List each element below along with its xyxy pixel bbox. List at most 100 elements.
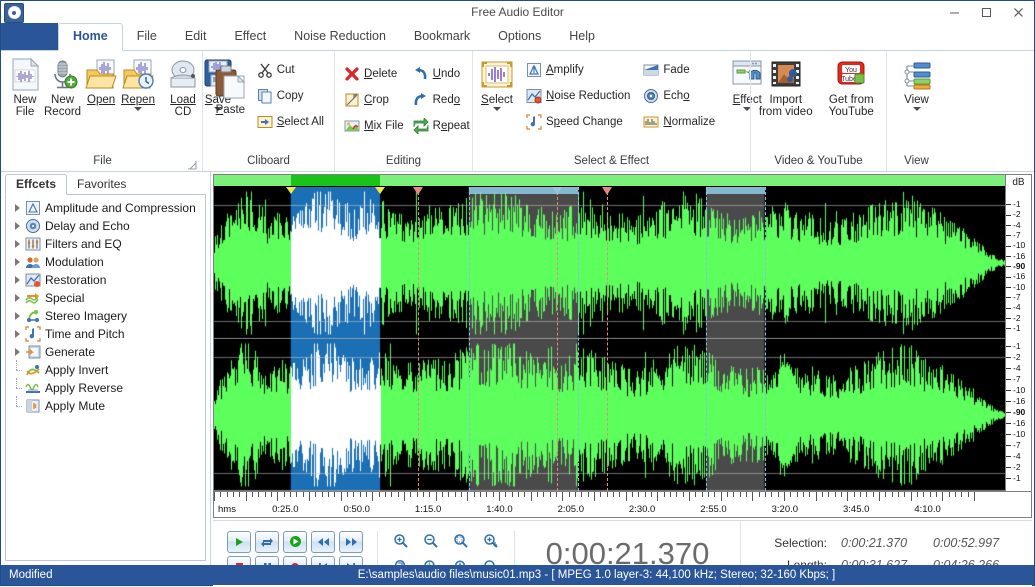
tree-item-apply-mute[interactable]: Apply Mute	[8, 397, 203, 415]
mix-file-button[interactable]: Mix File	[340, 113, 409, 139]
region-boundary[interactable]	[765, 187, 766, 491]
maximize-icon[interactable]	[970, 1, 1002, 23]
amplify-button[interactable]: Amplify	[522, 57, 635, 83]
play-selection-button[interactable]	[283, 531, 307, 553]
expand-arrow-icon[interactable]	[10, 312, 24, 320]
ruler-tick	[778, 492, 779, 497]
redo-button[interactable]: Redo	[409, 87, 475, 113]
speed-change-button[interactable]: Speed Change	[522, 109, 635, 135]
get-from-youtube-button[interactable]: You Tube Get from YouTube	[822, 55, 882, 119]
open-button[interactable]: Open	[83, 55, 119, 107]
region-boundary[interactable]	[706, 187, 707, 491]
delete-button[interactable]: Delete	[340, 61, 409, 87]
zoom-in-vertical-button[interactable]	[480, 531, 502, 552]
noise-reduction-button[interactable]: Noise Reduction	[522, 83, 635, 109]
delay-echo-icon	[24, 218, 41, 234]
waveform-channel-left[interactable]	[214, 187, 1005, 339]
expand-arrow-icon[interactable]	[10, 222, 24, 230]
minimize-icon[interactable]	[938, 1, 970, 23]
selection-handle[interactable]	[286, 187, 296, 194]
tab-accent-block	[1, 23, 58, 50]
expand-arrow-icon[interactable]	[10, 330, 24, 338]
tab-file[interactable]: File	[123, 23, 171, 50]
tree-item-stereo-imagery[interactable]: Stereo Imagery	[8, 307, 203, 325]
expand-arrow-icon[interactable]	[10, 276, 24, 284]
new-file-button[interactable]: New File	[8, 55, 42, 119]
normalize-button[interactable]: Normalize	[639, 109, 720, 135]
ruler-tick	[645, 492, 646, 497]
rewind-button[interactable]	[311, 531, 335, 553]
region-handle-bar[interactable]	[469, 187, 578, 194]
copy-button[interactable]: Copy	[253, 83, 329, 109]
region-boundary[interactable]	[469, 187, 470, 491]
close-icon[interactable]	[1002, 1, 1034, 23]
repeat-button[interactable]: Repeat	[409, 113, 475, 139]
tree-item-modulation[interactable]: Modulation	[8, 253, 203, 271]
chevron-down-icon[interactable]	[134, 107, 142, 111]
zoom-selection-button[interactable]	[450, 531, 472, 552]
tree-item-delay-and-echo[interactable]: Delay and Echo	[8, 217, 203, 235]
marker-flag[interactable]	[602, 187, 612, 195]
play-button[interactable]	[227, 531, 251, 553]
region-handle-bar[interactable]	[706, 187, 765, 194]
ruler-tick	[455, 492, 456, 497]
chevron-down-icon[interactable]	[493, 107, 501, 111]
marker-line[interactable]	[607, 187, 608, 491]
select-all-button[interactable]: Select All	[253, 109, 329, 135]
tab-help[interactable]: Help	[555, 23, 609, 50]
reopen-button[interactable]: Repen	[119, 55, 157, 112]
tab-edit[interactable]: Edit	[171, 23, 221, 50]
zoom-out-button[interactable]	[420, 531, 442, 552]
marker-line[interactable]	[557, 187, 558, 491]
tree-item-generate[interactable]: Generate	[8, 343, 203, 361]
expand-arrow-icon[interactable]	[10, 204, 24, 212]
load-cd-button[interactable]: Load CD	[165, 55, 201, 119]
view-button[interactable]: View	[892, 55, 941, 112]
waveform-canvas[interactable]	[214, 175, 1005, 491]
zoom-in-button[interactable]	[390, 531, 412, 552]
copy-label: Copy	[277, 90, 304, 102]
expand-arrow-icon[interactable]	[10, 240, 24, 248]
tree-item-special[interactable]: Special	[8, 289, 203, 307]
tab-effect[interactable]: Effect	[220, 23, 280, 50]
ruler-tick	[860, 492, 861, 497]
dialog-launcher-icon[interactable]	[188, 160, 197, 169]
tree-item-amplitude-and-compression[interactable]: Amplitude and Compression	[8, 199, 203, 217]
select-button[interactable]: Select	[478, 55, 516, 112]
tree-item-restoration[interactable]: Restoration	[8, 271, 203, 289]
echo-button[interactable]: Echo	[639, 83, 720, 109]
region-boundary[interactable]	[578, 187, 579, 491]
tab-effects[interactable]: Effcets	[5, 174, 67, 195]
loop-button[interactable]	[255, 531, 279, 553]
selection-handle[interactable]	[375, 187, 385, 194]
cut-button[interactable]: Cut	[253, 57, 329, 83]
tab-bookmark[interactable]: Bookmark	[400, 23, 484, 50]
marker-line[interactable]	[418, 187, 419, 491]
tree-item-apply-invert[interactable]: Apply Invert	[8, 361, 203, 379]
tab-home[interactable]: Home	[58, 23, 123, 51]
time-ruler[interactable]: hms 0:25.00:50.01:15.01:40.02:05.02:30.0…	[213, 492, 1032, 518]
paste-button[interactable]: Paste	[208, 61, 253, 117]
db-tick: -10	[1006, 386, 1025, 394]
tab-noise-reduction[interactable]: Noise Reduction	[280, 23, 400, 50]
new-record-button[interactable]: New Record	[42, 55, 83, 119]
tree-item-filters-and-eq[interactable]: Filters and EQ	[8, 235, 203, 253]
tab-favorites[interactable]: Favorites	[67, 175, 136, 194]
undo-button[interactable]: Undo	[409, 61, 475, 87]
tree-item-apply-reverse[interactable]: Apply Reverse	[8, 379, 203, 397]
tree-item-time-and-pitch[interactable]: Time and Pitch	[8, 325, 203, 343]
import-from-video-button[interactable]: Import from video	[756, 55, 816, 119]
ribbon-tab-strip: Home File Edit Effect Noise Reduction Bo…	[1, 23, 1034, 51]
waveform-channel-right[interactable]	[214, 339, 1005, 491]
ruler-label: 2:05.0	[558, 504, 584, 515]
chevron-down-icon[interactable]	[913, 107, 921, 111]
overview-strip[interactable]	[214, 175, 1005, 187]
tab-options[interactable]: Options	[484, 23, 555, 50]
expand-arrow-icon[interactable]	[10, 258, 24, 266]
crop-button[interactable]: Crop	[340, 87, 409, 113]
expand-arrow-icon[interactable]	[10, 294, 24, 302]
fast-forward-button[interactable]	[339, 531, 363, 553]
expand-arrow-icon[interactable]	[10, 348, 24, 356]
fade-button[interactable]: Fade	[639, 57, 720, 83]
marker-flag[interactable]	[413, 187, 423, 195]
